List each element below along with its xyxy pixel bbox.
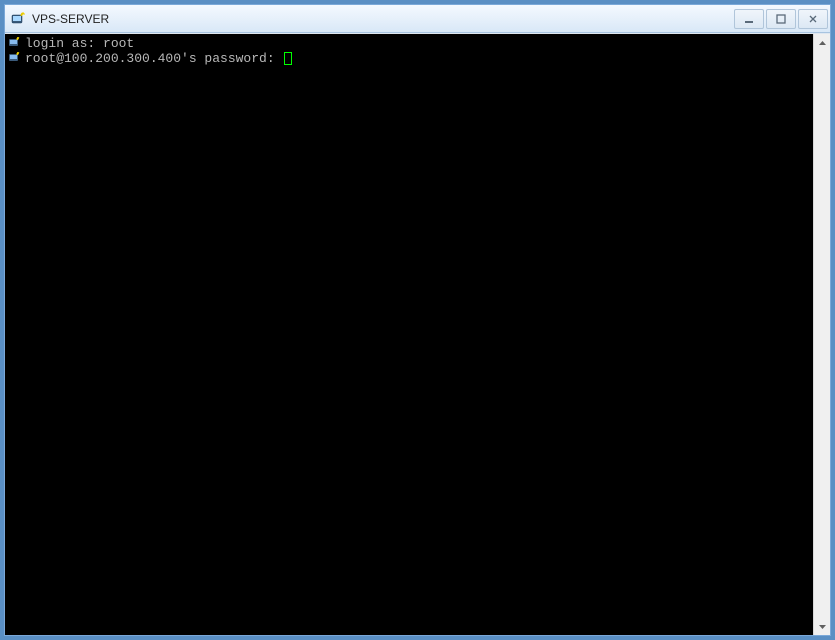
window-controls [732, 9, 828, 29]
putty-icon [11, 11, 27, 27]
terminal-line: login as: root [7, 36, 813, 51]
prompt-text: login as: [25, 36, 103, 51]
vertical-scrollbar[interactable] [813, 34, 830, 635]
scroll-up-button[interactable] [814, 34, 830, 51]
prompt-text: root@100.200.300.400's password: [25, 51, 282, 66]
prompt-icon [7, 36, 23, 50]
scroll-track[interactable] [814, 51, 830, 618]
scroll-down-button[interactable] [814, 618, 830, 635]
input-text: root [103, 36, 134, 51]
titlebar[interactable]: VPS-SERVER [5, 5, 830, 33]
close-button[interactable] [798, 9, 828, 29]
terminal[interactable]: login as: root root@100.200.300.400's pa… [5, 34, 813, 635]
terminal-line: root@100.200.300.400's password: [7, 51, 813, 66]
window-title: VPS-SERVER [32, 11, 732, 27]
maximize-button[interactable] [766, 9, 796, 29]
terminal-container: login as: root root@100.200.300.400's pa… [5, 33, 830, 635]
prompt-icon [7, 51, 23, 65]
minimize-button[interactable] [734, 9, 764, 29]
cursor [284, 52, 292, 65]
app-window: VPS-SERVER logi [4, 4, 831, 636]
